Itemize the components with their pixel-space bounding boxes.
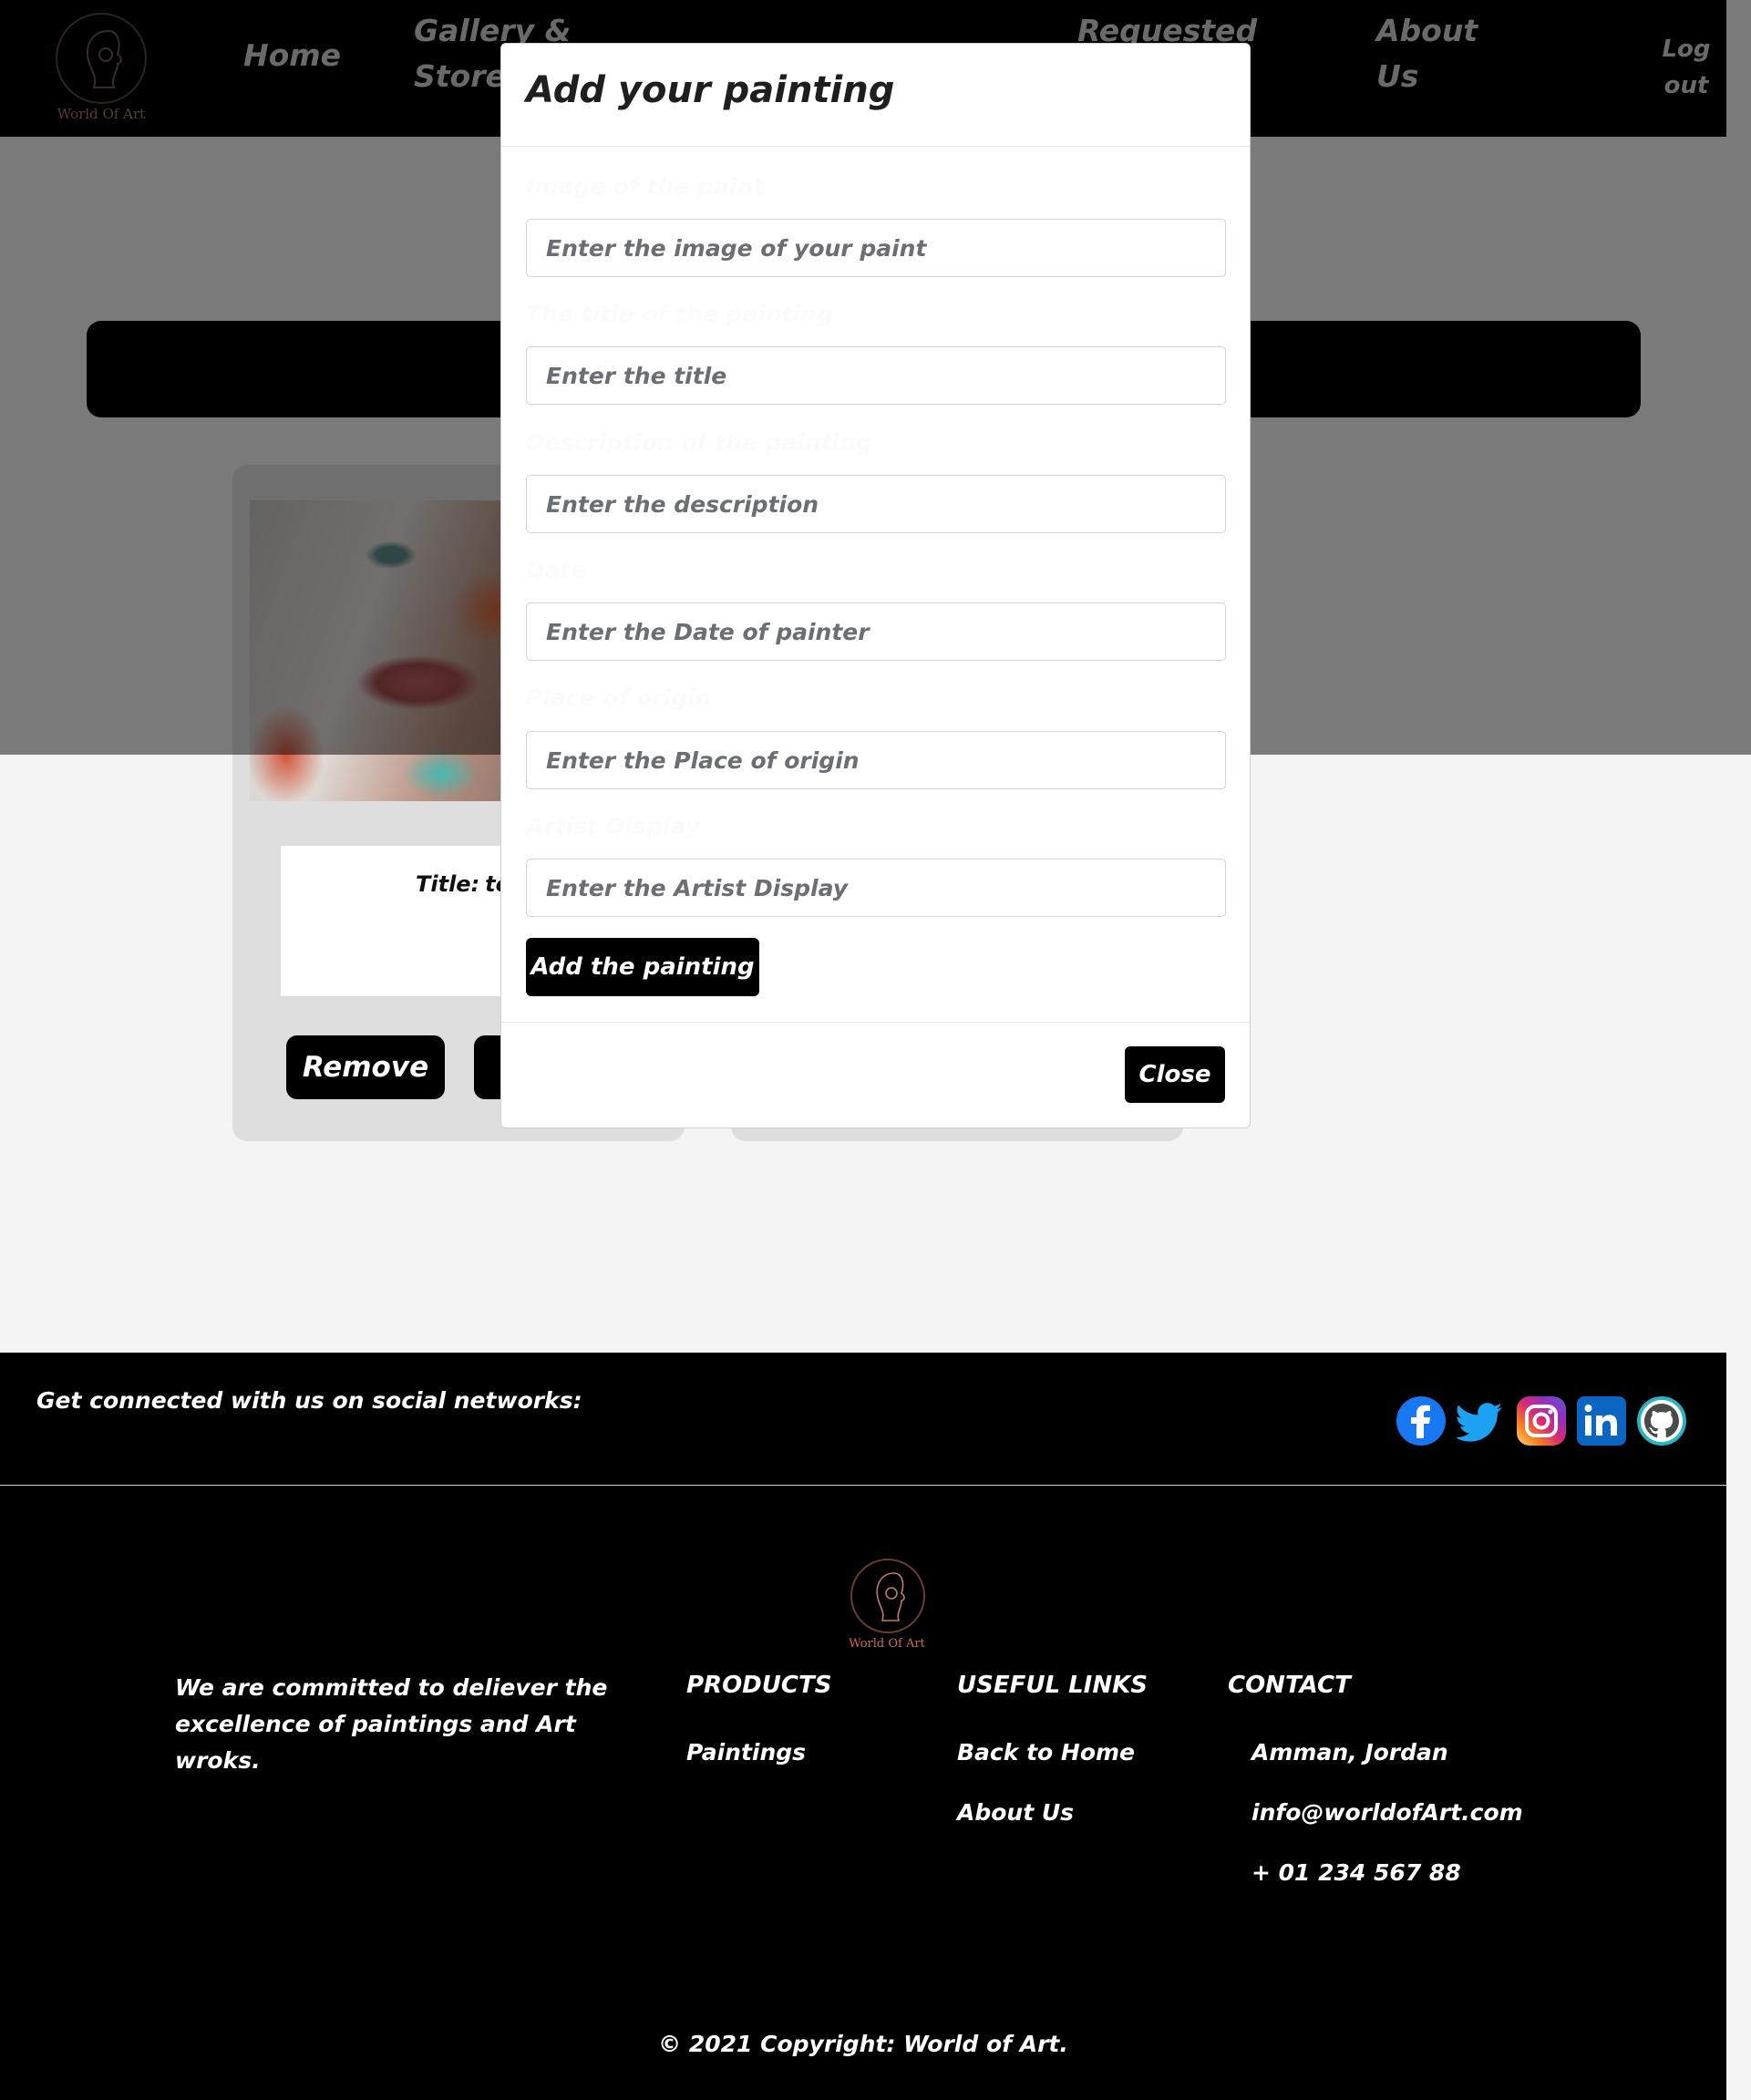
footer-about-text: We are committed to deliever the excelle…: [175, 1674, 608, 1774]
artist-field-label: Artist Display: [526, 813, 700, 839]
linkedin-icon[interactable]: [1577, 1396, 1626, 1446]
twitter-icon[interactable]: [1455, 1396, 1506, 1446]
paintings-link[interactable]: Paintings: [686, 1739, 806, 1765]
social-networks-text: Get connected with us on social networks…: [36, 1387, 582, 1414]
contact-phone: + 01 234 567 88: [1251, 1859, 1461, 1886]
title-field-label: The title of the painting: [526, 301, 833, 327]
image-field-label: Image of the paint: [526, 173, 765, 200]
add-painting-button[interactable]: Add the painting: [526, 938, 759, 996]
remove-button[interactable]: Remove: [286, 1035, 445, 1099]
contact-heading: CONTACT: [1228, 1672, 1351, 1699]
title-input[interactable]: [526, 346, 1226, 405]
footer-logo: World Of Art: [841, 1559, 932, 1659]
date-input[interactable]: [526, 602, 1226, 661]
title-label: Title:: [416, 871, 480, 897]
useful-links-heading: USEFUL LINKS: [957, 1672, 1148, 1699]
origin-field-label: Place of origin: [526, 685, 712, 711]
back-to-home-link[interactable]: Back to Home: [957, 1739, 1135, 1765]
social-links: [1396, 1396, 1688, 1447]
image-input[interactable]: [526, 219, 1226, 277]
footer-divider: [0, 1485, 1726, 1486]
origin-input[interactable]: [526, 731, 1226, 789]
modal-title: Add your painting: [526, 69, 895, 111]
artist-input[interactable]: [526, 859, 1226, 917]
facebook-icon[interactable]: [1396, 1396, 1446, 1446]
close-button[interactable]: Close: [1125, 1046, 1225, 1103]
painting-title: Title: te: [416, 871, 510, 897]
products-heading: PRODUCTS: [686, 1672, 832, 1699]
about-us-link[interactable]: About Us: [957, 1799, 1074, 1826]
logo-emblem-icon: [850, 1559, 925, 1633]
copyright-text: © 2021 Copyright: World of Art.: [658, 2031, 1068, 2057]
instagram-icon[interactable]: [1517, 1396, 1566, 1446]
footer-logo-caption: World Of Art: [849, 1637, 925, 1651]
date-field-label: Date: [526, 557, 587, 583]
modal-header: Add your painting: [501, 44, 1250, 147]
modal-footer-divider: [501, 1022, 1250, 1023]
contact-address: Amman, Jordan: [1251, 1739, 1448, 1765]
add-painting-modal: Add your painting Image of the paint The…: [500, 43, 1251, 1128]
site-footer: Get connected with us on social networks…: [0, 1353, 1726, 2100]
github-icon[interactable]: [1637, 1396, 1686, 1446]
contact-email[interactable]: info@worldofArt.com: [1251, 1799, 1523, 1826]
description-input[interactable]: [526, 475, 1226, 533]
description-field-label: Description of the painting: [526, 429, 872, 456]
